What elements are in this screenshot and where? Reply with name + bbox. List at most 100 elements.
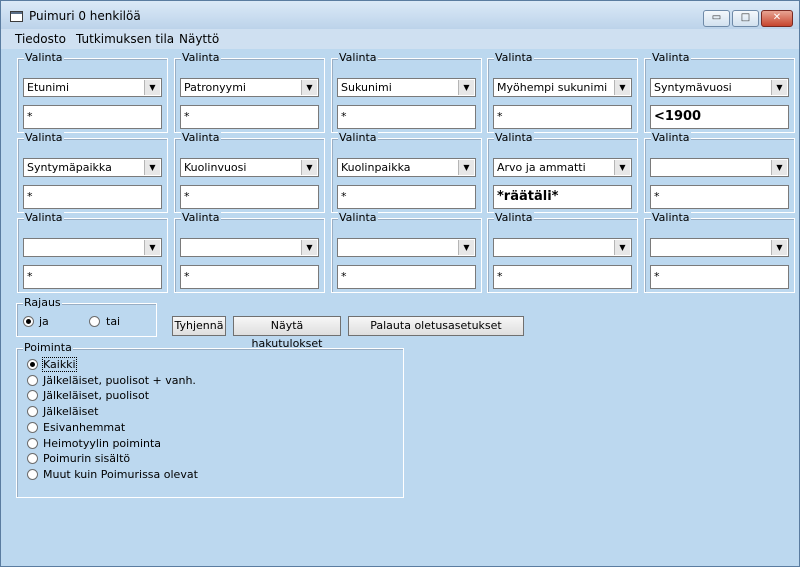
field-select-value: Patronyymi [184,81,246,94]
valinta-group-r2-c4: Valinta Arvo ja ammatti ▼ *räätäli* [487,131,638,213]
poiminta-radio-2[interactable] [27,390,38,402]
criteria-value-input[interactable]: * [337,185,476,209]
criteria-value-text: *räätäli* [497,189,559,204]
criteria-value-input[interactable]: <1900 [650,105,789,129]
dropdown-arrow-icon[interactable]: ▼ [458,160,474,175]
criteria-value-input[interactable]: * [23,265,162,289]
valinta-legend: Valinta [494,51,534,65]
field-select[interactable]: ▼ [180,238,319,257]
rajaus-tai-label[interactable]: tai [106,315,120,328]
criteria-value-input[interactable]: *räätäli* [493,185,632,209]
criteria-value-input[interactable]: * [180,105,319,129]
poiminta-option-label[interactable]: Heimotyylin poiminta [43,437,161,450]
criteria-value-input[interactable]: * [493,105,632,129]
valinta-legend: Valinta [651,131,691,145]
dropdown-arrow-icon[interactable]: ▼ [614,160,630,175]
criteria-value-text: * [341,110,347,123]
criteria-value-input[interactable]: * [650,185,789,209]
criteria-value-input[interactable]: * [650,265,789,289]
poiminta-option-label[interactable]: Jälkeläiset, puolisot [43,389,149,402]
dropdown-arrow-icon[interactable]: ▼ [301,240,317,255]
field-select[interactable]: ▼ [23,238,162,257]
menu-naytto[interactable]: Näyttö [179,32,219,46]
poiminta-radio-4[interactable] [27,421,38,433]
restore-defaults-button[interactable]: Palauta oletusasetukset [348,316,524,336]
poiminta-radio-7[interactable] [27,468,38,480]
dropdown-arrow-icon[interactable]: ▼ [771,80,787,95]
field-select[interactable]: Arvo ja ammatti ▼ [493,158,632,177]
valinta-group-r3-c1: Valinta ▼ * [17,211,168,293]
valinta-legend: Valinta [24,211,64,225]
field-select-value: Syntymävuosi [654,81,732,94]
criteria-value-input[interactable]: * [23,105,162,129]
title-bar[interactable]: Puimuri 0 henkilöä ▭ □ ✕ [1,1,799,29]
field-select-value: Myöhempi sukunimi [497,81,608,94]
dropdown-arrow-icon[interactable]: ▼ [771,240,787,255]
poiminta-option-label[interactable]: Kaikki [42,357,77,372]
valinta-group-r1-c5: Valinta Syntymävuosi ▼ <1900 [644,51,795,133]
dropdown-arrow-icon[interactable]: ▼ [301,80,317,95]
dropdown-arrow-icon[interactable]: ▼ [771,160,787,175]
poiminta-option-label[interactable]: Muut kuin Poimurissa olevat [43,468,198,481]
valinta-group-r2-c5: Valinta ▼ * [644,131,795,213]
criteria-value-input[interactable]: * [337,105,476,129]
dropdown-arrow-icon[interactable]: ▼ [458,80,474,95]
field-select[interactable]: ▼ [650,238,789,257]
close-button[interactable]: ✕ [761,10,793,27]
rajaus-ja-label[interactable]: ja [39,315,49,328]
field-select[interactable]: ▼ [337,238,476,257]
valinta-group-r1-c3: Valinta Sukunimi ▼ * [331,51,482,133]
show-results-button[interactable]: Näytä hakutulokset [233,316,341,350]
window-title: Puimuri 0 henkilöä [29,9,141,23]
rajaus-legend: Rajaus [23,296,62,310]
valinta-group-r2-c3: Valinta Kuolinpaikka ▼ * [331,131,482,213]
criteria-value-text: * [184,190,190,203]
field-select-value: Arvo ja ammatti [497,161,586,174]
criteria-value-text: * [184,270,190,283]
valinta-legend: Valinta [494,211,534,225]
field-select[interactable]: Sukunimi ▼ [337,78,476,97]
poiminta-option-label[interactable]: Jälkeläiset, puolisot + vanh. [43,374,196,387]
criteria-value-input[interactable]: * [180,265,319,289]
criteria-value-input[interactable]: * [493,265,632,289]
poiminta-group: Poiminta Kaikki Jälkeläiset, puolisot + v… [16,341,404,498]
field-select[interactable]: Syntymäpaikka ▼ [23,158,162,177]
poiminta-option-label[interactable]: Jälkeläiset [43,405,98,418]
dropdown-arrow-icon[interactable]: ▼ [301,160,317,175]
poiminta-radio-3[interactable] [27,406,38,418]
rajaus-group: Rajaus ja tai [16,296,157,337]
menu-tiedosto[interactable]: Tiedosto [15,32,66,46]
poiminta-radio-5[interactable] [27,437,38,449]
poiminta-radio-6[interactable] [27,453,38,465]
dropdown-arrow-icon[interactable]: ▼ [614,240,630,255]
field-select[interactable]: Kuolinvuosi ▼ [180,158,319,177]
field-select[interactable]: Kuolinpaikka ▼ [337,158,476,177]
criteria-value-input[interactable]: * [337,265,476,289]
dropdown-arrow-icon[interactable]: ▼ [458,240,474,255]
poiminta-option-label[interactable]: Esivanhemmat [43,421,125,434]
valinta-group-r3-c4: Valinta ▼ * [487,211,638,293]
rajaus-tai-radio[interactable] [89,316,100,327]
minimize-button[interactable]: ▭ [703,10,730,27]
field-select-value: Etunimi [27,81,70,94]
dropdown-arrow-icon[interactable]: ▼ [144,160,160,175]
dropdown-arrow-icon[interactable]: ▼ [144,240,160,255]
criteria-value-input[interactable]: * [23,185,162,209]
criteria-value-input[interactable]: * [180,185,319,209]
dropdown-arrow-icon[interactable]: ▼ [144,80,160,95]
field-select[interactable]: ▼ [650,158,789,177]
field-select[interactable]: Myöhempi sukunimi ▼ [493,78,632,97]
field-select[interactable]: ▼ [493,238,632,257]
clear-button[interactable]: Tyhjennä [172,316,226,336]
dropdown-arrow-icon[interactable]: ▼ [614,80,630,95]
field-select[interactable]: Etunimi ▼ [23,78,162,97]
field-select-value: Kuolinvuosi [184,161,247,174]
poiminta-option-label[interactable]: Poimurin sisältö [43,452,130,465]
poiminta-radio-0[interactable] [27,359,38,370]
poiminta-radio-1[interactable] [27,374,38,386]
maximize-button[interactable]: □ [732,10,759,27]
rajaus-ja-radio[interactable] [23,316,34,327]
menu-tutkimuksen-tila[interactable]: Tutkimuksen tila [76,32,174,46]
field-select[interactable]: Patronyymi ▼ [180,78,319,97]
field-select[interactable]: Syntymävuosi ▼ [650,78,789,97]
